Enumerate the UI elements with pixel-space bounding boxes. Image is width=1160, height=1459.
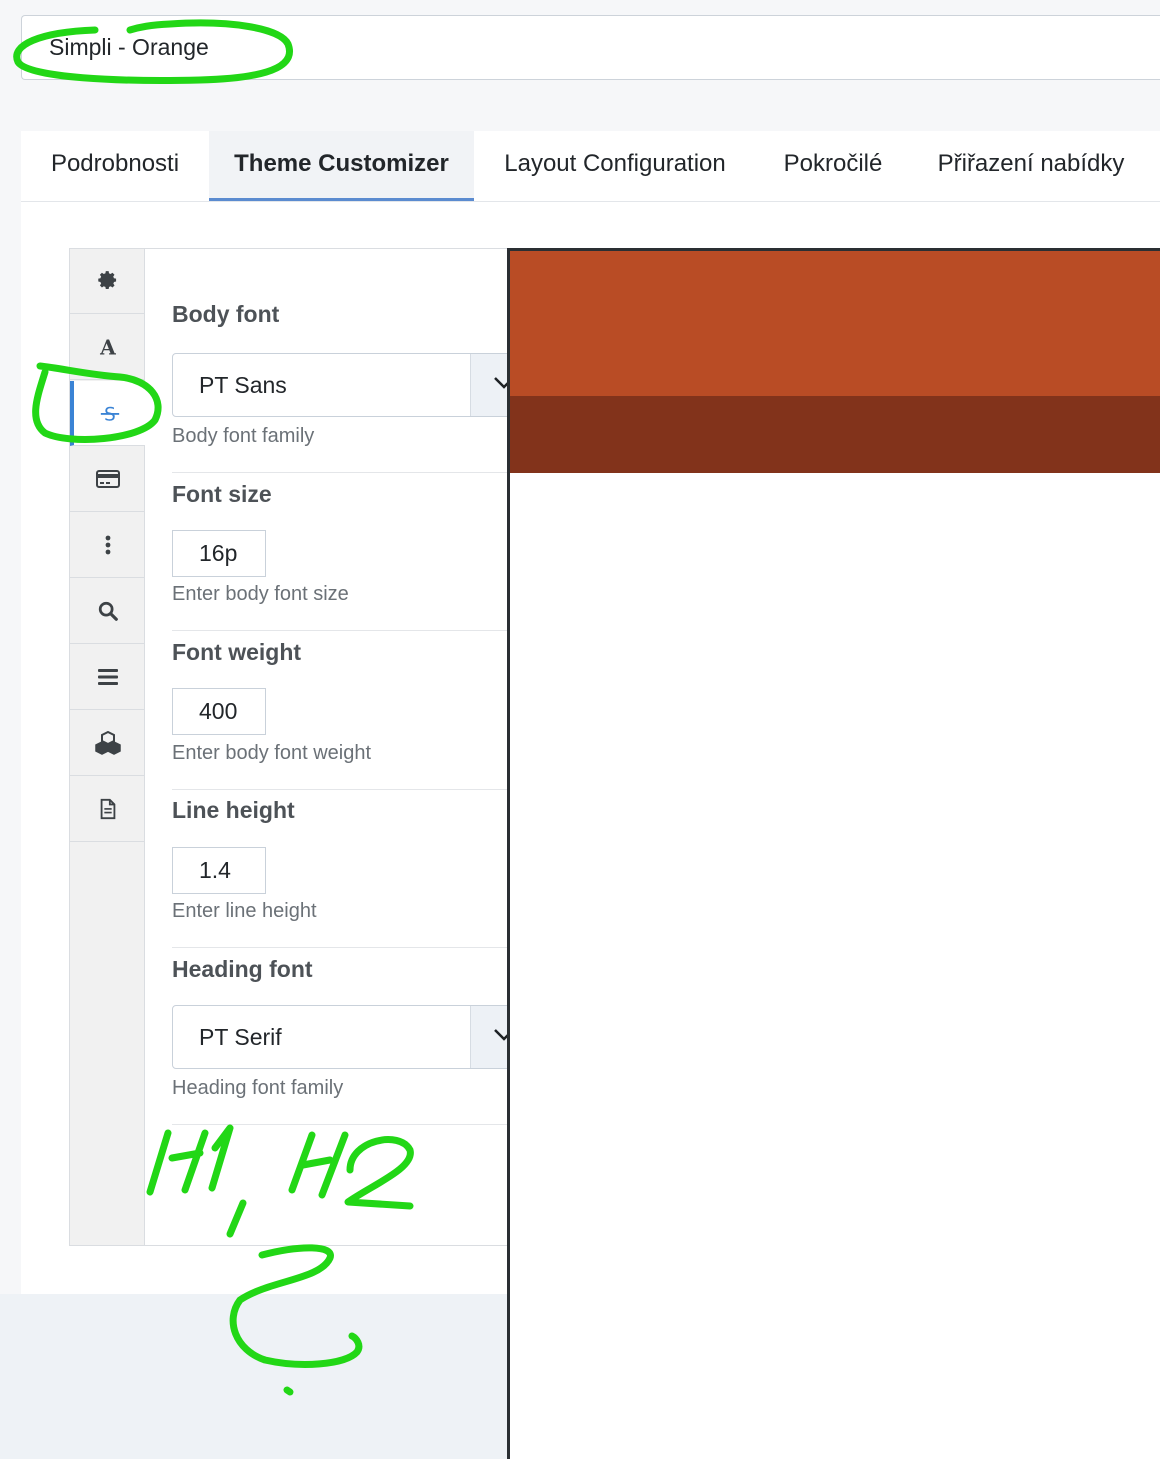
style-title-input[interactable] <box>22 16 1160 79</box>
sidebar-item-typography-font[interactable]: A <box>70 315 145 380</box>
font-weight-input[interactable] <box>172 688 266 735</box>
font-size-label: Font size <box>172 481 272 507</box>
search-icon <box>98 601 118 621</box>
heading-font-label: Heading font <box>172 956 313 982</box>
preview-navbar <box>510 396 1160 473</box>
tab-podrobnosti[interactable]: Podrobnosti <box>21 131 209 199</box>
sidebar-item-more[interactable] <box>70 513 145 578</box>
divider <box>172 789 508 790</box>
body-font-value: PT Sans <box>199 372 287 398</box>
sidebar-item-search[interactable] <box>70 579 145 644</box>
font-weight-help-wrap: Enter body font weight <box>172 742 508 765</box>
preview-header <box>510 248 1160 396</box>
cubes-icon <box>94 731 121 755</box>
divider <box>172 472 508 473</box>
sidebar-item-payment[interactable] <box>70 447 145 512</box>
font-weight-help: Enter body font weight <box>172 742 372 764</box>
sidebar-item-menu[interactable] <box>70 645 145 710</box>
tab-prirazeni-nabidky[interactable]: Přiřazení nabídky <box>910 131 1152 199</box>
file-icon <box>100 798 115 820</box>
line-height-help: Enter line height <box>172 900 317 922</box>
sidebar-item-modules[interactable] <box>70 711 145 776</box>
theme-preview <box>507 248 1160 1459</box>
heading-font-help: Heading font family <box>172 1077 344 1099</box>
strikethrough-icon: S <box>100 404 119 425</box>
heading-font-select[interactable]: PT Serif <box>172 1005 553 1069</box>
line-height-field: Line height <box>172 797 508 824</box>
tab-bar: Podrobnosti Theme Customizer Layout Conf… <box>21 131 1160 202</box>
heading-font-help-wrap: Heading font family <box>172 1077 508 1100</box>
sidebar-item-pages[interactable] <box>70 777 145 842</box>
heading-font-value: PT Serif <box>199 1024 282 1050</box>
gear-icon <box>97 271 116 290</box>
sidebar-item-typography[interactable]: S <box>70 381 145 446</box>
typography-settings-panel: Body font PT Sans Body font family Font … <box>145 248 553 1246</box>
tab-theme-customizer[interactable]: Theme Customizer <box>209 131 474 201</box>
body-font-field: Body font <box>172 301 508 328</box>
line-height-input[interactable] <box>172 847 266 894</box>
svg-text:A: A <box>99 336 116 358</box>
body-font-label: Body font <box>172 301 280 327</box>
font-size-input[interactable] <box>172 530 266 577</box>
line-height-label: Line height <box>172 797 295 823</box>
credit-card-icon <box>95 470 120 488</box>
font-weight-field: Font weight <box>172 639 508 666</box>
customizer-sidebar: A S <box>69 248 145 1246</box>
divider <box>172 630 508 631</box>
body-font-select[interactable]: PT Sans <box>172 353 553 417</box>
font-icon: A <box>99 336 116 358</box>
vertical-ellipsis-icon <box>105 535 110 555</box>
body-font-help-wrap: Body font family <box>172 425 508 448</box>
font-weight-label: Font weight <box>172 639 302 665</box>
divider <box>172 947 508 948</box>
line-height-help-wrap: Enter line height <box>172 900 508 923</box>
divider <box>172 1124 508 1125</box>
sidebar-item-general[interactable] <box>70 249 145 314</box>
tab-layout-configuration[interactable]: Layout Configuration <box>474 131 756 199</box>
font-size-help-wrap: Enter body font size <box>172 583 508 606</box>
bars-icon <box>97 669 118 685</box>
font-size-field: Font size <box>172 481 508 508</box>
style-title-field[interactable] <box>21 15 1160 80</box>
heading-font-field: Heading font <box>172 956 508 983</box>
body-font-help: Body font family <box>172 425 315 447</box>
font-size-help: Enter body font size <box>172 583 349 605</box>
tab-pokrocile[interactable]: Pokročilé <box>756 131 910 199</box>
